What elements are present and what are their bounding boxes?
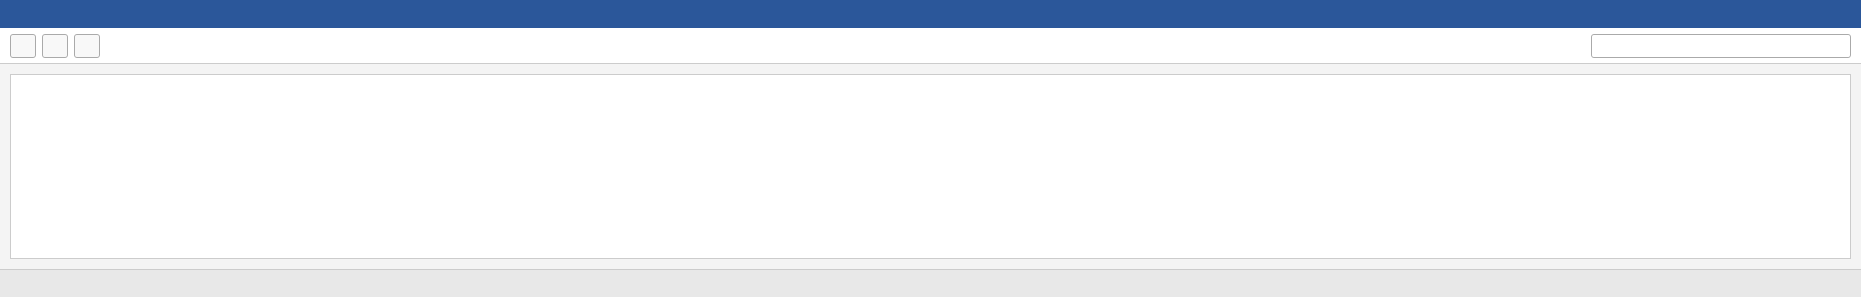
toolbar-button-2[interactable] (42, 33, 68, 58)
title-bar (0, 0, 1861, 28)
status-bar (0, 269, 1861, 297)
toolbar-button-1[interactable] (10, 33, 36, 58)
main-area (0, 64, 1861, 269)
toolbar (0, 28, 1861, 64)
toolbar-button-3[interactable] (74, 33, 100, 58)
content-panel (10, 74, 1851, 259)
search-input[interactable] (1591, 33, 1851, 58)
